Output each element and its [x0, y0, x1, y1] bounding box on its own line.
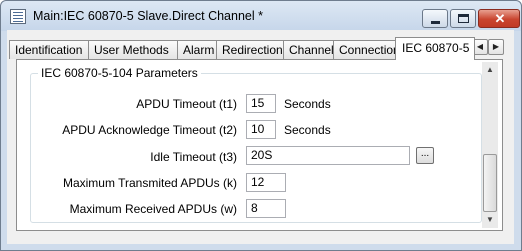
- scroll-up-button[interactable]: ▲: [482, 62, 498, 78]
- tab-channel[interactable]: Channel: [283, 40, 334, 59]
- minimize-button[interactable]: [422, 9, 448, 28]
- scroll-down-button[interactable]: ▼: [482, 212, 498, 228]
- apdu-ack-timeout-label: APDU Acknowledge Timeout (t2): [62, 123, 237, 137]
- max-transmitted-apdus-label: Maximum Transmited APDUs (k): [62, 176, 237, 190]
- tab-redirection[interactable]: Redirection: [216, 40, 284, 59]
- tab-iec-60870-5[interactable]: IEC 60870-5: [395, 37, 475, 60]
- tab-scroll-right-button[interactable]: ▶: [488, 39, 504, 55]
- group-legend: IEC 60870-5-104 Parameters: [38, 66, 201, 80]
- max-received-apdus-input[interactable]: 8: [246, 199, 286, 218]
- maximize-icon: [458, 14, 469, 23]
- arrow-up-icon: ▲: [486, 65, 494, 74]
- arrow-down-icon: ▼: [486, 215, 494, 224]
- minimize-icon: [431, 21, 440, 24]
- apdu-timeout-label: APDU Timeout (t1): [136, 97, 237, 111]
- idle-timeout-input[interactable]: 20S: [246, 146, 410, 165]
- apdu-ack-timeout-input[interactable]: 10: [246, 120, 276, 139]
- apdu-ack-timeout-unit: Seconds: [284, 123, 331, 137]
- tab-alarm[interactable]: Alarm: [177, 40, 217, 59]
- maximize-button[interactable]: [450, 9, 476, 28]
- close-button[interactable]: ✕: [478, 9, 520, 28]
- max-transmitted-apdus-input[interactable]: 12: [246, 173, 286, 192]
- apdu-timeout-unit: Seconds: [284, 97, 331, 111]
- tab-identification[interactable]: Identification: [9, 40, 89, 59]
- tab-user-methods[interactable]: User Methods: [88, 40, 178, 59]
- window-title: Main:IEC 60870-5 Slave.Direct Channel *: [33, 9, 263, 23]
- idle-timeout-label: Idle Timeout (t3): [150, 150, 237, 164]
- chevron-right-icon: ▶: [492, 42, 500, 51]
- vertical-scrollbar[interactable]: ▲ ▼: [482, 62, 498, 228]
- tab-connection[interactable]: Connection: [333, 40, 400, 59]
- idle-timeout-browse-button[interactable]: ...: [416, 147, 434, 164]
- apdu-timeout-input[interactable]: 15: [246, 94, 276, 113]
- title-bar[interactable]: Main:IEC 60870-5 Slave.Direct Channel * …: [1, 1, 521, 31]
- close-icon: ✕: [494, 11, 506, 26]
- scrollbar-thumb[interactable]: [483, 154, 497, 212]
- chevron-left-icon: ◀: [476, 42, 484, 51]
- max-received-apdus-label: Maximum Received APDUs (w): [69, 202, 237, 216]
- properties-window-icon[interactable]: [10, 9, 26, 24]
